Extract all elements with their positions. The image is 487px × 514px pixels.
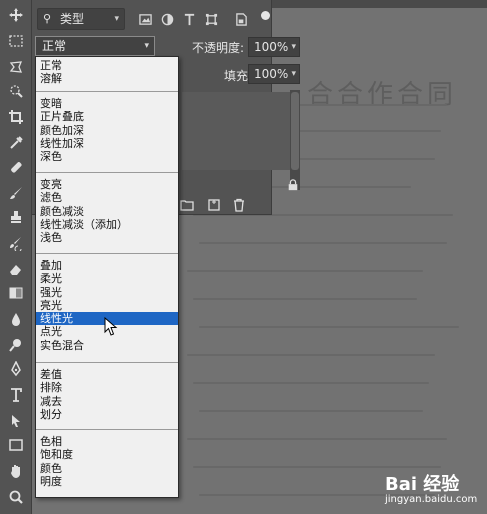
history-brush-tool-icon[interactable] [4, 232, 28, 254]
crop-tool-icon[interactable] [4, 106, 28, 128]
blend-mode-option[interactable]: 减去 [36, 395, 178, 408]
blend-mode-option[interactable]: 滤色 [36, 191, 178, 204]
pixel-filter-icon[interactable] [137, 11, 153, 27]
watermark-logo: Bai 经验 [385, 474, 460, 495]
blur-tool-icon[interactable] [4, 308, 28, 330]
marquee-tool-icon[interactable] [4, 30, 28, 52]
dodge-tool-icon[interactable] [4, 334, 28, 356]
filter-toggle[interactable] [261, 11, 270, 20]
fill-value: 100% [254, 67, 289, 81]
rectangle-tool-icon[interactable] [4, 434, 28, 456]
trash-icon[interactable] [232, 197, 246, 213]
shape-filter-icon[interactable] [203, 11, 219, 27]
menu-separator [36, 172, 178, 173]
blend-mode-select[interactable]: 正常 ▾ [35, 36, 155, 56]
search-icon: ⚲ [43, 12, 52, 25]
blend-mode-option[interactable]: 色相 [36, 435, 178, 448]
blend-mode-option[interactable]: 变亮 [36, 178, 178, 191]
layer-filter-row: ⚲ 类型 ▾ [37, 8, 270, 30]
blend-mode-option[interactable]: 强光 [36, 286, 178, 299]
blend-mode-option[interactable]: 浅色 [36, 231, 178, 244]
blend-mode-option[interactable]: 明度 [36, 475, 178, 488]
eraser-tool-icon[interactable] [4, 258, 28, 280]
hand-tool-icon[interactable] [4, 460, 28, 482]
document-text-line [193, 382, 429, 384]
eyedropper-tool-icon[interactable] [4, 132, 28, 154]
type-tool-icon[interactable] [4, 384, 28, 406]
blend-mode-option[interactable]: 柔光 [36, 272, 178, 285]
new-group-icon[interactable] [180, 197, 194, 213]
pen-tool-icon[interactable] [4, 358, 28, 380]
document-text-line [193, 298, 417, 300]
chevron-down-icon: ▾ [114, 14, 119, 24]
adjustment-filter-icon[interactable] [159, 11, 175, 27]
menu-separator [36, 429, 178, 430]
blend-mode-option[interactable]: 排除 [36, 381, 178, 394]
blend-mode-option[interactable]: 亮光 [36, 299, 178, 312]
blend-mode-option[interactable]: 划分 [36, 408, 178, 421]
layers-scroll-thumb[interactable] [291, 92, 299, 170]
blend-mode-group: 变亮 滤色 颜色减淡 线性减淡（添加） 浅色 [36, 178, 178, 244]
blend-mode-option[interactable]: 正片叠底 [36, 110, 178, 123]
type-filter-icon[interactable] [181, 11, 197, 27]
watermark-url: jingyan.baidu.com [385, 494, 478, 505]
blend-mode-option[interactable]: 叠加 [36, 259, 178, 272]
chevron-down-icon: ▾ [291, 42, 296, 52]
tools-panel [0, 0, 32, 514]
clone-stamp-tool-icon[interactable] [4, 206, 28, 228]
quick-selection-tool-icon[interactable] [4, 80, 28, 102]
blend-mode-option[interactable]: 饱和度 [36, 448, 178, 461]
opacity-field[interactable]: 100% ▾ [248, 37, 300, 57]
blend-mode-option[interactable]: 差值 [36, 368, 178, 381]
chevron-down-icon: ▾ [291, 69, 296, 79]
mouse-cursor-icon [104, 317, 118, 336]
canvas-top-bar [265, 0, 487, 8]
layer-kind-filter[interactable]: ⚲ 类型 ▾ [37, 8, 125, 30]
new-layer-icon[interactable] [207, 197, 221, 213]
blend-mode-option[interactable]: 实色混合 [36, 339, 178, 352]
blend-mode-option[interactable]: 线性减淡（添加） [36, 218, 178, 231]
healing-brush-tool-icon[interactable] [4, 156, 28, 178]
layer-kind-label: 类型 [60, 12, 85, 26]
blend-mode-option[interactable]: 变暗 [36, 97, 178, 110]
document-text-line [187, 270, 423, 272]
blend-mode-value: 正常 [42, 39, 67, 53]
blend-mode-option[interactable]: 颜色 [36, 462, 178, 475]
menu-separator [36, 253, 178, 254]
blend-mode-option[interactable]: 颜色减淡 [36, 205, 178, 218]
document-text-line [193, 466, 441, 468]
menu-separator [36, 362, 178, 363]
baidu-jingyan-watermark: Bai 经验 jingyan.baidu.com [385, 470, 485, 510]
document-text-line [187, 438, 447, 440]
zoom-tool-icon[interactable] [4, 486, 28, 508]
blend-mode-option[interactable]: 正常 [36, 59, 178, 72]
document-text-line [199, 410, 423, 412]
gradient-tool-icon[interactable] [4, 282, 28, 304]
move-tool-icon[interactable] [4, 4, 28, 26]
path-selection-tool-icon[interactable] [4, 410, 28, 432]
blend-mode-option[interactable]: 深色 [36, 150, 178, 163]
blend-mode-option[interactable]: 线性加深 [36, 137, 178, 150]
lock-icon [287, 176, 301, 191]
blend-mode-option[interactable]: 溶解 [36, 72, 178, 85]
chevron-down-icon: ▾ [144, 41, 149, 51]
opacity-value: 100% [254, 40, 289, 54]
fill-field[interactable]: 100% ▾ [248, 64, 300, 84]
lasso-tool-icon[interactable] [4, 56, 28, 78]
blend-mode-group: 色相 饱和度 颜色 明度 [36, 435, 178, 488]
document-text-line [199, 326, 459, 328]
blend-mode-group: 正常 溶解 [36, 59, 178, 86]
document-text-line [187, 354, 435, 356]
blend-mode-option[interactable]: 颜色加深 [36, 124, 178, 137]
blend-mode-group: 差值 排除 减去 划分 [36, 368, 178, 421]
opacity-label: 不透明度: [192, 41, 245, 55]
menu-separator [36, 91, 178, 92]
smart-object-filter-icon[interactable] [233, 11, 249, 27]
brush-tool-icon[interactable] [4, 182, 28, 204]
blend-mode-group: 叠加 柔光 强光 亮光 线性光 点光 实色混合 [36, 259, 178, 352]
blend-mode-menu: 正常 溶解 变暗 正片叠底 颜色加深 线性加深 深色 变亮 滤色 颜色减淡 线性减淡（添加） 浅色 叠加… [35, 56, 179, 498]
document-text-line [199, 242, 447, 244]
layers-list[interactable] [182, 92, 294, 170]
blend-mode-group: 变暗 正片叠底 颜色加深 线性加深 深色 [36, 97, 178, 163]
